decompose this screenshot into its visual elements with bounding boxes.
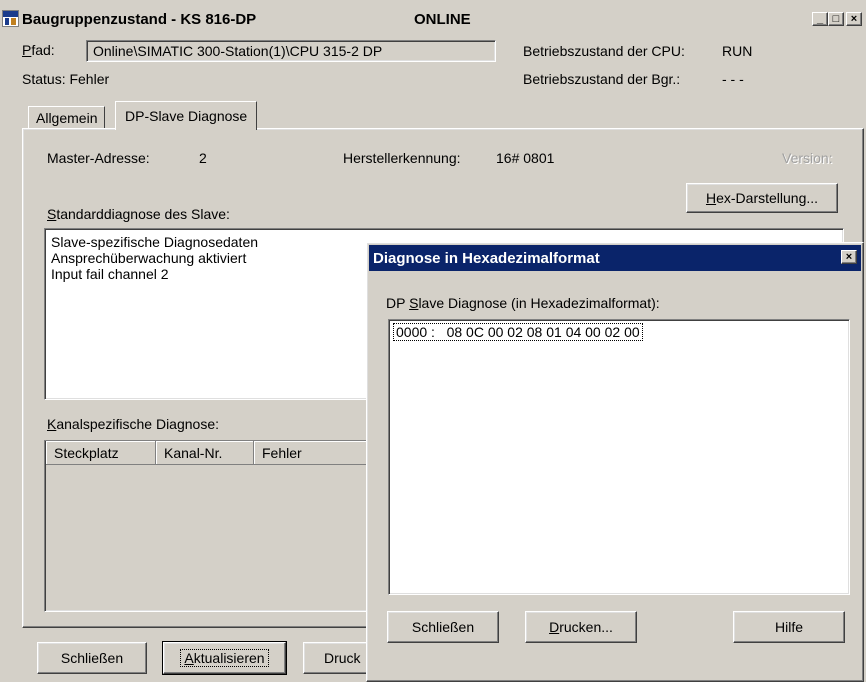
- tab-allgemein[interactable]: Allgemein: [28, 106, 106, 128]
- vendor-id-label: Herstellerkennung:: [343, 150, 461, 166]
- hex-data-list[interactable]: 0000 : 08 0C 00 02 08 01 04 00 02 00: [388, 319, 850, 595]
- vendor-id-value: 16# 0801: [496, 150, 555, 166]
- main-title-bar[interactable]: Baugruppenzustand - KS 816-DP ONLINE: [2, 8, 866, 30]
- path-field[interactable]: Online\SIMATIC 300-Station(1)\CPU 315-2 …: [86, 40, 496, 62]
- cpu-mode-value: RUN: [722, 43, 753, 59]
- tab-dp-slave-diagnose[interactable]: DP-Slave Diagnose: [115, 101, 258, 130]
- hex-dialog-title: Diagnose in Hexadezimalformat: [373, 249, 600, 267]
- master-address-label: Master-Adresse:: [47, 150, 150, 166]
- app-icon: [2, 10, 19, 27]
- hex-dialog-title-bar[interactable]: Diagnose in Hexadezimalformat: [369, 245, 861, 271]
- path-label: Pfad:: [22, 42, 55, 58]
- close-main-button[interactable]: Schließen: [37, 642, 147, 674]
- channel-diag-label: Kanalspezifische Diagnose:: [47, 416, 219, 432]
- version-label: Version:: [782, 150, 833, 166]
- master-address-value: 2: [199, 150, 207, 166]
- module-mode-label: Betriebszustand der Bgr.:: [523, 71, 681, 87]
- column-header-kanal-nr[interactable]: Kanal-Nr.: [156, 441, 254, 465]
- close-button[interactable]: ×: [846, 12, 862, 26]
- main-window-title: Baugruppenzustand - KS 816-DP: [22, 10, 257, 28]
- std-diag-label: Standarddiagnose des Slave:: [47, 206, 230, 222]
- status-text: Status: Fehler: [22, 71, 110, 87]
- hex-dialog-label: DP Slave Diagnose (in Hexadezimalformat)…: [386, 295, 660, 311]
- path-value: Online\SIMATIC 300-Station(1)\CPU 315-2 …: [93, 43, 383, 59]
- cpu-mode-label: Betriebszustand der CPU:: [523, 43, 685, 59]
- hex-print-button[interactable]: Drucken...: [525, 611, 637, 643]
- hex-dialog-close-icon[interactable]: ×: [841, 250, 857, 264]
- update-button[interactable]: Aktualisieren: [162, 641, 287, 675]
- hex-dialog: Diagnose in Hexadezimalformat × DP Slave…: [366, 242, 864, 682]
- online-indicator: ONLINE: [414, 10, 471, 28]
- minimize-button[interactable]: _: [812, 12, 828, 26]
- hex-display-button[interactable]: Hex-Darstellung...: [686, 183, 838, 213]
- hex-line[interactable]: 0000 : 08 0C 00 02 08 01 04 00 02 00: [393, 323, 643, 341]
- hex-close-button[interactable]: Schließen: [387, 611, 499, 643]
- module-mode-value: - - -: [722, 71, 744, 87]
- maximize-button[interactable]: □: [828, 12, 844, 26]
- hex-help-button[interactable]: Hilfe: [733, 611, 845, 643]
- column-header-steckplatz[interactable]: Steckplatz: [46, 441, 156, 465]
